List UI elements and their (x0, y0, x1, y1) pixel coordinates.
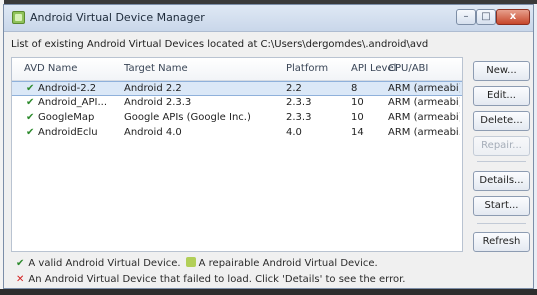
platform-cell: 2.3.3 (286, 112, 312, 123)
table-row[interactable]: ✔ GoogleMap Google APIs (Google Inc.) 2.… (12, 111, 462, 126)
button-separator (477, 161, 526, 162)
avd-name-cell: Android-2.2 (38, 83, 97, 94)
refresh-button[interactable]: Refresh (473, 232, 530, 252)
cpu-abi-cell: ARM (armeabi... (388, 127, 460, 138)
column-header-target-name[interactable]: Target Name (124, 63, 188, 74)
table-row[interactable]: ✔ AndroidEclu Android 4.0 4.0 14 ARM (ar… (12, 126, 462, 141)
android-app-icon (12, 11, 25, 24)
api-level-cell: 8 (351, 83, 358, 94)
legend-valid-repairable: ✔ A valid Android Virtual Device. A repair… (16, 257, 378, 269)
table-row[interactable]: ✔ Android-2.2 Android 2.2 2.2 8 ARM (arm… (12, 81, 462, 96)
avd-manager-window: Android Virtual Device Manager – □ x Lis… (3, 4, 534, 289)
column-header-platform[interactable]: Platform (286, 63, 328, 74)
close-button[interactable]: x (496, 9, 530, 25)
background-strip-bottom (0, 289, 537, 295)
check-icon: ✔ (26, 112, 35, 123)
table-header: AVD Name Target Name Platform API Level … (12, 58, 462, 81)
new-button[interactable]: New... (473, 61, 530, 81)
target-name-cell: Android 2.3.3 (124, 97, 192, 108)
platform-cell: 4.0 (286, 127, 302, 138)
platform-cell: 2.3.3 (286, 97, 312, 108)
error-x-icon: ✕ (16, 274, 25, 285)
api-level-cell: 10 (351, 112, 364, 123)
window-title: Android Virtual Device Manager (30, 11, 205, 24)
button-separator (477, 223, 526, 224)
legend-failed: ✕ An Android Virtual Device that failed t… (16, 274, 405, 285)
avd-location-label: List of existing Android Virtual Devices… (11, 39, 429, 50)
avd-name-cell: AndroidEclu (38, 127, 98, 138)
platform-cell: 2.2 (286, 83, 302, 94)
minimize-button[interactable]: – (456, 9, 476, 25)
repair-icon (185, 257, 196, 267)
legend-failed-text: An Android Virtual Device that failed to… (28, 274, 406, 285)
edit-button[interactable]: Edit... (473, 86, 530, 106)
check-icon: ✔ (26, 83, 35, 94)
table-row[interactable]: ✔ Android_API... Android 2.3.3 2.3.3 10 … (12, 96, 462, 111)
column-header-cpu-abi[interactable]: CPU/ABI (388, 63, 428, 74)
avd-name-cell: Android_API... (38, 97, 108, 108)
details-button[interactable]: Details... (473, 171, 530, 191)
check-icon: ✔ (26, 97, 35, 108)
delete-button[interactable]: Delete... (473, 111, 530, 131)
target-name-cell: Android 2.2 (124, 83, 182, 94)
title-bar[interactable]: Android Virtual Device Manager – □ x (4, 5, 533, 32)
check-icon: ✔ (16, 258, 25, 269)
legend-repairable-text: A repairable Android Virtual Device. (198, 258, 378, 269)
api-level-cell: 14 (351, 127, 364, 138)
maximize-button[interactable]: □ (476, 9, 496, 25)
column-header-avd-name[interactable]: AVD Name (24, 63, 77, 74)
check-icon: ✔ (26, 127, 35, 138)
target-name-cell: Android 4.0 (124, 127, 182, 138)
avd-table[interactable]: AVD Name Target Name Platform API Level … (11, 57, 463, 252)
api-level-cell: 10 (351, 97, 364, 108)
legend-valid-text: A valid Android Virtual Device. (28, 258, 181, 269)
cpu-abi-cell: ARM (armeabi) (388, 97, 460, 108)
start-button[interactable]: Start... (473, 196, 530, 216)
target-name-cell: Google APIs (Google Inc.) (124, 112, 251, 123)
cpu-abi-cell: ARM (armeabi) (388, 112, 460, 123)
repair-button[interactable]: Repair... (473, 136, 530, 156)
avd-name-cell: GoogleMap (38, 112, 95, 123)
cpu-abi-cell: ARM (armeabi) (388, 83, 460, 94)
